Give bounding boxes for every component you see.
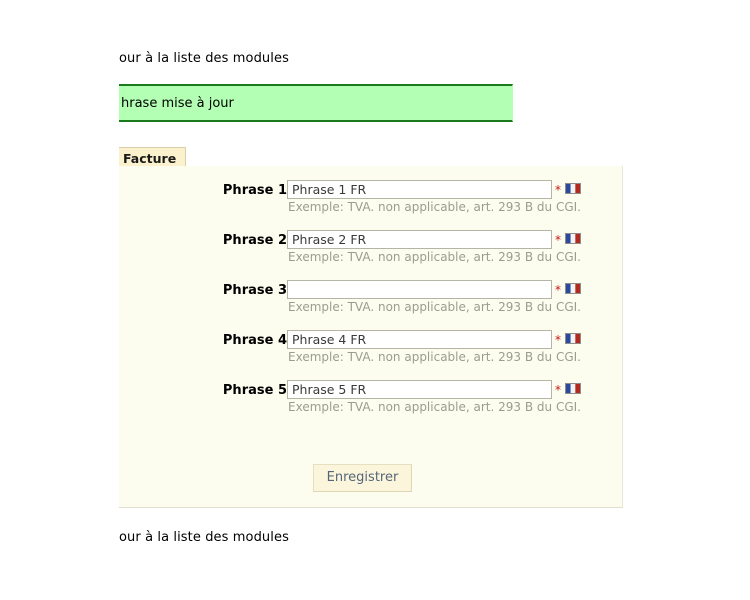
required-asterisk: * — [555, 183, 561, 197]
form-row: Phrase 4 * Exemple: TVA. non applicable,… — [119, 330, 622, 374]
field-hint: Exemple: TVA. non applicable, art. 293 B… — [288, 300, 581, 314]
required-asterisk: * — [555, 283, 561, 297]
back-to-module-list-link-bottom[interactable]: our à la liste des modules — [119, 530, 289, 545]
fr-flag-icon — [565, 183, 581, 194]
field-hint: Exemple: TVA. non applicable, art. 293 B… — [288, 400, 581, 414]
phrase-4-input[interactable] — [287, 330, 552, 349]
required-asterisk: * — [555, 383, 561, 397]
save-button[interactable]: Enregistrer — [312, 464, 413, 492]
form-row: Phrase 5 * Exemple: TVA. non applicable,… — [119, 380, 622, 424]
field-label: Phrase 1 — [222, 183, 287, 198]
field-hint: Exemple: TVA. non applicable, art. 293 B… — [288, 350, 581, 364]
page-content: our à la liste des modules hrase mise à … — [119, 0, 750, 600]
field-label: Phrase 5 — [222, 383, 287, 398]
required-asterisk: * — [555, 233, 561, 247]
fr-flag-icon — [565, 283, 581, 294]
form-row: Phrase 3 * Exemple: TVA. non applicable,… — [119, 280, 622, 324]
fr-flag-icon — [565, 233, 581, 244]
field-hint: Exemple: TVA. non applicable, art. 293 B… — [288, 200, 581, 214]
field-hint: Exemple: TVA. non applicable, art. 293 B… — [288, 250, 581, 264]
field-label: Phrase 3 — [222, 283, 287, 298]
phrase-2-input[interactable] — [287, 230, 552, 249]
required-asterisk: * — [555, 333, 561, 347]
fr-flag-icon — [565, 333, 581, 344]
phrase-3-input[interactable] — [287, 280, 552, 299]
field-label: Phrase 2 — [222, 233, 287, 248]
confirmation-banner: hrase mise à jour — [119, 84, 513, 122]
phrase-5-input[interactable] — [287, 380, 552, 399]
submit-row: Enregistrer — [119, 464, 622, 492]
form-row: Phrase 1 * Exemple: TVA. non applicable,… — [119, 180, 622, 224]
form-row: Phrase 2 * Exemple: TVA. non applicable,… — [119, 230, 622, 274]
form-panel: Phrase 1 * Exemple: TVA. non applicable,… — [119, 166, 623, 508]
field-label: Phrase 4 — [222, 333, 287, 348]
confirmation-message: hrase mise à jour — [121, 95, 234, 111]
tab-strip: Facture — [119, 147, 623, 167]
back-to-module-list-link-top[interactable]: our à la liste des modules — [119, 51, 289, 66]
fr-flag-icon — [565, 383, 581, 394]
phrase-1-input[interactable] — [287, 180, 552, 199]
tab-facture[interactable]: Facture — [119, 147, 187, 167]
